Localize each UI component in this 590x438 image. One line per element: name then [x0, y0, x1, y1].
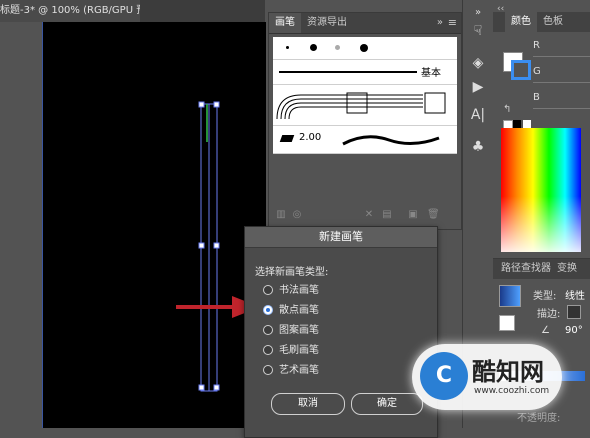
artboard[interactable] — [42, 22, 266, 428]
channel-g-label: G — [533, 66, 541, 77]
color-panel-header: 颜色 色板 — [493, 12, 590, 32]
gradient-swatch[interactable] — [499, 285, 521, 307]
color-panel: 颜色 色板 ‹‹ R G B ↰ — [493, 0, 590, 258]
brush-row-dots[interactable] — [273, 37, 457, 60]
channel-r-slider[interactable] — [533, 56, 590, 57]
radio-calligraphic[interactable] — [263, 285, 273, 295]
ok-button[interactable]: 确定 — [351, 393, 423, 415]
option-bristle-brush[interactable]: 毛刷画笔 — [263, 343, 423, 359]
option-art-brush[interactable]: 艺术画笔 — [263, 363, 423, 379]
angle-icon: ∠ — [541, 325, 550, 336]
tab-bar — [140, 0, 265, 22]
play-action-icon[interactable]: ▶ — [467, 76, 489, 98]
tab-pathfinder[interactable]: 路径查找器 — [495, 259, 557, 279]
brush-dot-1[interactable] — [286, 46, 289, 49]
opacity-label: 不透明度: — [517, 413, 561, 424]
stroke-swatch[interactable] — [511, 60, 531, 80]
white-swatch[interactable] — [523, 120, 531, 128]
channel-g-slider[interactable] — [533, 82, 590, 83]
option-label: 艺术画笔 — [279, 365, 319, 376]
puppet-warp-icon[interactable]: ☟ — [467, 20, 489, 42]
stroke-label: 描边: — [537, 309, 561, 320]
document-tab-title: 标题-3* @ 100% (RGB/GPU 预览) — [0, 5, 140, 16]
brush-list: 基本 2.00 — [273, 37, 457, 154]
document-tab[interactable]: 标题-3* @ 100% (RGB/GPU 预览) — [0, 0, 141, 22]
brush-panel: 画笔 资源导出 » ≡ 基本 2.00 ▥ ◎ ✕ ▤ ▣ 🗑 — [268, 12, 462, 230]
tab-color[interactable]: 颜色 — [505, 12, 537, 32]
watermark-url: www.coozhi.com — [474, 386, 550, 396]
panel-menu-icon[interactable]: ≡ — [448, 13, 457, 33]
new-brush-icon[interactable]: ▣ — [407, 209, 419, 221]
dialog-prompt: 选择新画笔类型: — [255, 267, 329, 278]
watermark-name: 酷知网 — [472, 357, 544, 386]
symbols-icon[interactable]: ♣ — [467, 136, 489, 158]
brush-dot-3[interactable] — [335, 45, 340, 50]
character-icon[interactable]: A| — [467, 104, 489, 126]
option-label: 毛刷画笔 — [279, 345, 319, 356]
brush-row-pattern[interactable] — [273, 85, 457, 126]
stroke-gradient-icon[interactable] — [567, 305, 581, 319]
gradient-type-label: 类型: — [533, 291, 557, 302]
tab-brushes[interactable]: 画笔 — [269, 13, 301, 33]
selected-path[interactable] — [43, 22, 266, 428]
tab-asset-export[interactable]: 资源导出 — [301, 13, 353, 33]
watermark: C 酷知网 www.coozhi.com — [412, 344, 562, 410]
option-label: 散点画笔 — [279, 305, 319, 316]
panel-collapse-icon[interactable]: » — [437, 13, 443, 33]
art-brush-preview — [342, 135, 440, 146]
channel-b-slider[interactable] — [533, 108, 590, 109]
angle-value[interactable]: 90° — [565, 325, 583, 336]
layers-icon[interactable]: ◈ — [467, 52, 489, 74]
option-label: 图案画笔 — [279, 325, 319, 336]
radio-scatter[interactable] — [263, 305, 273, 315]
remove-brush-stroke-icon[interactable]: ✕ — [363, 209, 375, 221]
option-calligraphic-brush[interactable]: 书法画笔 — [263, 283, 423, 299]
gradient-type-value[interactable]: 线性 — [565, 287, 585, 302]
delete-brush-icon[interactable]: 🗑 — [427, 209, 440, 221]
color-spectrum[interactable] — [501, 128, 581, 252]
dialog-title: 新建画笔 — [245, 227, 437, 248]
tab-transform[interactable]: 变换 — [551, 259, 583, 279]
brush-angle-icon — [279, 135, 295, 142]
new-brush-dialog: 新建画笔 选择新画笔类型: 书法画笔 散点画笔 图案画笔 毛刷画笔 艺术画笔 取… — [244, 226, 438, 438]
brush-dot-2[interactable] — [310, 44, 317, 51]
black-swatch[interactable] — [513, 120, 521, 128]
pattern-brush-preview — [276, 92, 446, 120]
cancel-button[interactable]: 取消 — [271, 393, 345, 415]
tab-swatches[interactable]: 色板 — [537, 12, 569, 32]
channel-b-label: B — [533, 92, 540, 103]
brush-size-label: 2.00 — [299, 132, 322, 143]
brush-row-basic[interactable]: 基本 — [273, 60, 457, 85]
basic-brush-label: 基本 — [421, 68, 441, 79]
brush-settings-icon[interactable]: ▤ — [381, 209, 393, 221]
watermark-logo-icon: C — [420, 352, 468, 400]
swap-arrow-icon[interactable]: ↰ — [503, 104, 511, 115]
channel-r-label: R — [533, 40, 540, 51]
radio-bristle[interactable] — [263, 345, 273, 355]
option-label: 书法画笔 — [279, 285, 319, 296]
pathfinder-header: 路径查找器 变换 — [493, 259, 590, 279]
brush-options-icon[interactable]: ◎ — [291, 209, 303, 221]
radio-pattern[interactable] — [263, 325, 273, 335]
radio-art[interactable] — [263, 365, 273, 375]
brush-dot-4[interactable] — [360, 44, 368, 52]
brush-panel-header: 画笔 资源导出 » ≡ — [269, 13, 461, 34]
brush-library-icon[interactable]: ▥ — [275, 209, 287, 221]
brush-panel-footer: ▥ ◎ ✕ ▤ ▣ 🗑 — [269, 205, 461, 227]
basic-stroke-line — [279, 71, 417, 73]
brush-row-calligraphic[interactable]: 2.00 — [273, 126, 457, 154]
none-fill-icon[interactable] — [499, 315, 515, 331]
option-pattern-brush[interactable]: 图案画笔 — [263, 323, 423, 339]
option-scatter-brush[interactable]: 散点画笔 — [263, 303, 423, 319]
color-collapse-icon[interactable]: ‹‹ — [497, 4, 504, 14]
